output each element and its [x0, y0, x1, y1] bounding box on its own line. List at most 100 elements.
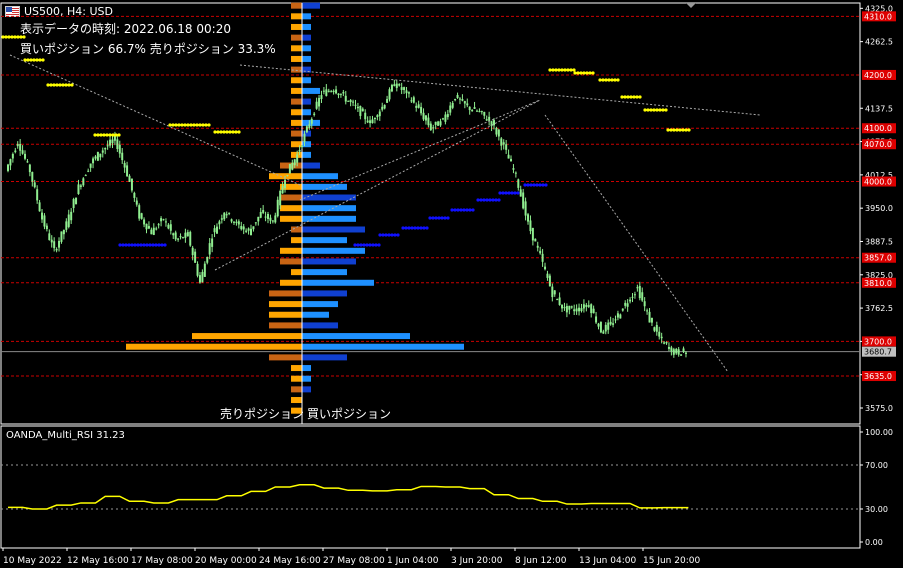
sell-position-bar [291, 2, 302, 9]
candle-body [534, 238, 537, 242]
candle-body [228, 212, 231, 214]
candle-body [653, 327, 656, 331]
sell-position-bar [126, 343, 302, 350]
stop-dot-blue [145, 243, 149, 247]
stop-dot-yellow [629, 95, 633, 99]
candle-body [682, 348, 685, 352]
candle-body [420, 106, 423, 114]
stop-dot-blue [139, 243, 143, 247]
candle-body [427, 117, 430, 126]
time-axis-label: 12 May 16:00 [67, 556, 129, 566]
candle-body [82, 178, 85, 186]
buy-position-bar [302, 215, 356, 222]
stop-dot-blue [422, 226, 426, 230]
stop-dot-yellow [195, 123, 199, 127]
sell-position-bar [269, 311, 302, 318]
candle-body [257, 216, 260, 222]
stop-dot-blue [410, 226, 414, 230]
chart-canvas[interactable]: 4325.04262.54137.54075.04012.53950.03887… [0, 0, 903, 568]
candle-body [478, 111, 481, 113]
stop-dot-yellow [635, 95, 639, 99]
buy-position-bar [302, 45, 311, 52]
candle-body [296, 154, 299, 163]
stop-dot-yellow [675, 128, 679, 132]
stop-dot-blue [482, 198, 486, 202]
stop-dot-blue [488, 198, 492, 202]
candle-body [366, 120, 369, 123]
candle-body [198, 275, 201, 283]
sell-position-bar [291, 23, 302, 30]
rsi-axis-label: 30.00 [865, 505, 888, 514]
stop-dot-yellow [638, 95, 642, 99]
candle-body [305, 126, 308, 133]
stop-dot-yellow [560, 68, 564, 72]
candle-body [587, 305, 590, 307]
candle-body [544, 266, 547, 270]
candle-body [580, 308, 583, 312]
stop-dot-blue [154, 243, 158, 247]
candle-body [245, 230, 248, 232]
candle-body [325, 89, 328, 96]
candle-body [507, 154, 510, 159]
candle-body [286, 175, 289, 177]
candle-body [33, 182, 36, 188]
stop-dot-yellow [607, 78, 611, 82]
stop-dot-yellow [672, 128, 676, 132]
candle-body [143, 219, 146, 225]
current-price-label: 3680.7 [864, 348, 892, 357]
candle-body [157, 224, 160, 226]
stop-dot-yellow [652, 108, 656, 112]
sell-position-bar [291, 141, 302, 148]
candle-body [276, 199, 279, 217]
candle-body [624, 302, 627, 306]
candle-body [502, 142, 505, 145]
candle-body [211, 238, 214, 247]
candle-body [31, 171, 34, 182]
candle-body [648, 311, 651, 323]
stop-dot-yellow [207, 123, 211, 127]
buy-position-bar [302, 194, 356, 201]
buy-position-bar [302, 87, 320, 94]
stop-dot-yellow [551, 68, 555, 72]
candle-body [26, 161, 29, 163]
stop-dot-yellow [213, 130, 217, 134]
stop-dot-blue [157, 243, 161, 247]
buy-position-bar [302, 279, 374, 286]
candle-body [284, 179, 287, 188]
candle-body [313, 113, 316, 115]
stop-dot-blue [127, 243, 131, 247]
stop-dot-yellow [7, 35, 11, 39]
candle-body [488, 116, 491, 121]
stop-dot-blue [419, 226, 423, 230]
candle-body [123, 163, 126, 168]
sell-position-bar [291, 77, 302, 84]
candle-body [70, 211, 73, 221]
stop-dot-yellow [601, 78, 605, 82]
candle-body [322, 90, 325, 92]
stop-dot-yellow [228, 130, 232, 134]
stop-dot-yellow [231, 130, 235, 134]
stop-dot-yellow [237, 130, 241, 134]
level-tag-label: 3700.0 [864, 337, 892, 346]
candle-body [677, 349, 680, 355]
stop-dot-blue [160, 243, 164, 247]
stop-dot-blue [510, 191, 514, 195]
candle-body [177, 238, 180, 240]
candle-body [140, 213, 143, 219]
stop-dot-yellow [108, 133, 112, 137]
rsi-axis-label: 100.00 [865, 428, 893, 437]
candle-body [327, 90, 330, 92]
price-panel-frame [0, 2, 861, 425]
candle-body [412, 97, 415, 103]
candle-body [619, 314, 622, 319]
candle-body [590, 304, 593, 314]
candle-body [118, 144, 121, 154]
candle-body [310, 118, 313, 124]
sell-position-bar [269, 322, 302, 329]
stop-dot-blue [471, 208, 475, 212]
candle-body [400, 87, 403, 90]
candle-body [250, 228, 252, 236]
candle-body [247, 228, 250, 231]
stop-dot-blue [513, 191, 517, 195]
candle-body [493, 120, 495, 126]
